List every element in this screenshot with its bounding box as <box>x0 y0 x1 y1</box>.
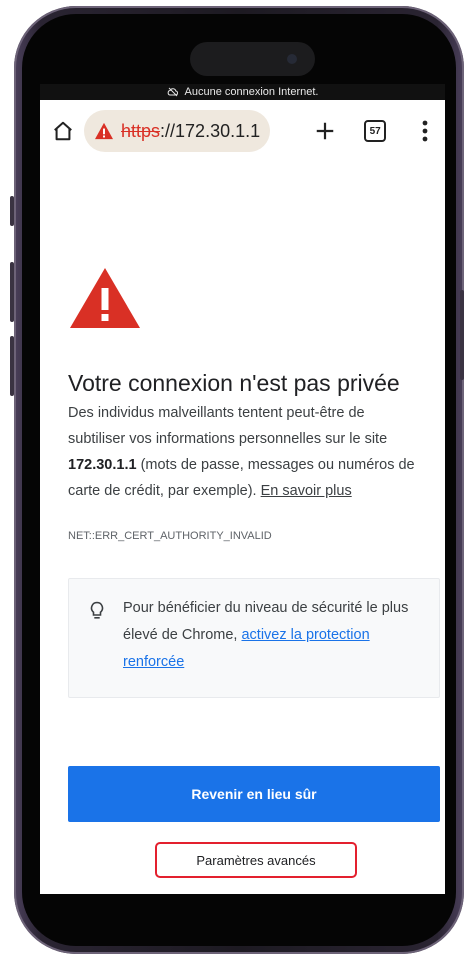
browser-toolbar: https://172.30.1.1 57 <box>40 100 445 162</box>
tab-switcher-button[interactable]: 57 <box>350 111 400 151</box>
error-code: NET::ERR_CERT_AUTHORITY_INVALID <box>68 530 272 542</box>
dynamic-island <box>190 42 315 76</box>
volume-up-button <box>10 262 14 322</box>
url-scheme: https <box>121 120 161 141</box>
back-to-safety-button[interactable]: Revenir en lieu sûr <box>68 766 440 822</box>
advanced-settings-button[interactable]: Paramètres avancés <box>155 842 357 878</box>
power-button <box>460 290 464 380</box>
toolbar-actions: 57 <box>300 111 445 151</box>
large-warning-icon <box>70 268 140 328</box>
offline-status-text: Aucune connexion Internet. <box>184 86 319 98</box>
description-part-1: Des individus malveillants tentent peut-… <box>68 405 388 447</box>
plus-icon <box>316 122 334 140</box>
kebab-menu-icon <box>422 120 428 142</box>
error-description: Des individus malveillants tentent peut-… <box>68 400 418 504</box>
lightbulb-icon <box>90 601 104 619</box>
description-host: 172.30.1.1 <box>68 457 137 473</box>
action-button <box>10 196 14 226</box>
tab-count: 57 <box>364 120 387 142</box>
offline-status-bar: Aucune connexion Internet. <box>40 84 445 100</box>
volume-down-button <box>10 336 14 396</box>
camera <box>287 54 297 64</box>
new-tab-button[interactable] <box>300 111 350 151</box>
url-text: https://172.30.1.1 <box>121 121 260 142</box>
warning-icon[interactable] <box>94 122 114 140</box>
home-button[interactable] <box>52 118 74 144</box>
cloud-off-icon <box>167 87 178 97</box>
page-title: Votre connexion n'est pas privée <box>68 370 400 396</box>
home-icon <box>54 121 72 141</box>
enhanced-protection-info-box: Pour bénéficier du niveau de sécurité le… <box>68 578 440 698</box>
learn-more-link[interactable]: En savoir plus <box>261 483 352 499</box>
browser-screen: Aucune connexion Internet. https://172.3… <box>40 84 445 894</box>
menu-button[interactable] <box>400 111 445 151</box>
address-bar[interactable]: https://172.30.1.1 <box>84 110 271 152</box>
url-host: ://172.30.1.1 <box>160 120 261 141</box>
